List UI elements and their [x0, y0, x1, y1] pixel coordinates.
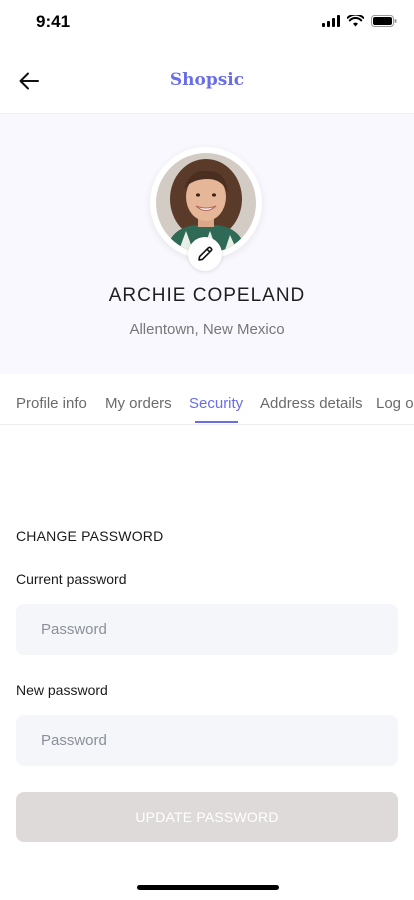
status-time: 9:41 [36, 12, 71, 31]
profile-header: ARCHIE COPELAND Allentown, New Mexico [0, 114, 414, 374]
tab-address-details[interactable]: Address details [260, 395, 363, 412]
new-password-input[interactable] [16, 715, 398, 766]
new-password-label: New password [16, 682, 108, 698]
profile-name: ARCHIE COPELAND [108, 285, 306, 306]
pencil-icon [198, 246, 213, 261]
change-password-heading: CHANGE PASSWORD [16, 528, 164, 544]
current-password-input[interactable] [16, 604, 398, 655]
update-password-button[interactable]: UPDATE PASSWORD [16, 792, 398, 842]
wifi-icon [347, 15, 364, 27]
app-header: Shopsic [0, 46, 414, 114]
tab-my-orders[interactable]: My orders [105, 395, 172, 412]
profile-tabs: Profile info My orders Security Address … [0, 374, 414, 425]
tab-profile-info[interactable]: Profile info [16, 395, 87, 412]
home-indicator [137, 885, 279, 890]
current-password-label: Current password [16, 571, 127, 587]
active-tab-indicator [195, 421, 238, 423]
app-title: Shopsic [169, 70, 245, 90]
profile-location: Allentown, New Mexico [129, 321, 285, 338]
status-icons [322, 15, 397, 27]
tab-security[interactable]: Security [189, 395, 243, 412]
cellular-signal-icon [322, 15, 340, 27]
edit-avatar-button[interactable] [188, 237, 222, 271]
status-bar: 9:41 [0, 0, 414, 46]
tab-log-out[interactable]: Log out [376, 395, 414, 412]
battery-icon [371, 15, 397, 27]
